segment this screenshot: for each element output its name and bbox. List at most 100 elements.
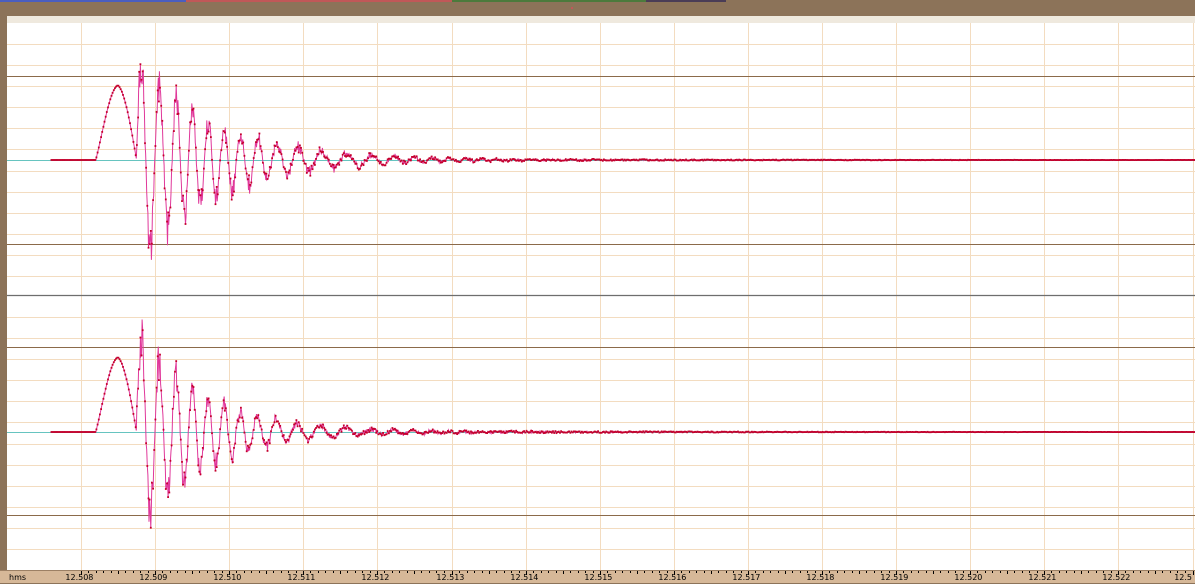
sample-dot <box>300 147 302 149</box>
sample-dot <box>239 417 241 419</box>
sample-dot <box>220 149 222 151</box>
sample-dot <box>193 386 195 388</box>
sample-dot <box>291 431 293 433</box>
sample-dot <box>185 223 187 225</box>
sample-dot <box>203 432 205 434</box>
sample-dot <box>216 466 218 468</box>
sample-dot <box>163 155 165 157</box>
sample-dot <box>166 221 168 223</box>
sample-dot <box>220 416 222 418</box>
waveform-canvas[interactable] <box>7 23 1195 570</box>
sample-dot <box>136 144 138 146</box>
sample-dot <box>256 417 258 419</box>
sample-dot <box>134 148 136 150</box>
sample-dot <box>281 430 283 432</box>
sample-dot <box>285 171 287 173</box>
sample-dot <box>342 427 344 429</box>
sample-dot <box>539 432 541 434</box>
sample-dot <box>282 159 284 161</box>
sample-dot <box>226 419 228 421</box>
sample-dot <box>307 167 309 169</box>
ruler-tick-label: 12.522 <box>1102 572 1130 583</box>
sample-dot <box>552 430 554 432</box>
sample-dot <box>231 199 233 201</box>
waveform-plot[interactable] <box>7 23 1195 570</box>
sample-dot <box>209 123 211 125</box>
sample-dot <box>300 430 302 432</box>
sample-dot <box>112 92 114 94</box>
sample-dot <box>180 439 182 441</box>
sample-dot <box>529 432 531 434</box>
sample-dot <box>338 430 340 432</box>
sample-dot <box>156 387 158 389</box>
sample-dot <box>313 162 315 164</box>
sample-dot <box>155 419 157 421</box>
sample-dot <box>306 172 308 174</box>
sample-dot <box>298 421 300 423</box>
sample-dot <box>320 425 322 427</box>
sample-dot <box>175 360 177 362</box>
range-segment-blue[interactable] <box>0 0 186 2</box>
sample-dot <box>164 188 166 190</box>
time-ruler[interactable]: hms 12.50812.50912.51012.51112.51212.513… <box>0 570 1195 583</box>
sample-dot <box>559 432 561 434</box>
range-segment-dark[interactable] <box>646 0 726 2</box>
sample-dot <box>457 432 459 434</box>
sample-dot <box>204 416 206 418</box>
sample-dot <box>555 430 557 432</box>
sample-dot <box>113 361 115 363</box>
sample-dot <box>253 157 255 159</box>
sample-dot <box>158 379 160 381</box>
sample-dot <box>335 167 337 169</box>
sample-dot <box>203 168 205 170</box>
sample-dot <box>187 445 189 447</box>
sample-dot <box>106 383 108 385</box>
sample-dot <box>131 407 133 409</box>
sample-dot <box>179 413 181 415</box>
sample-dot <box>146 205 148 207</box>
sample-dot <box>401 160 403 162</box>
sample-dot <box>112 364 114 366</box>
sample-dot <box>229 172 231 174</box>
ruler-tick-label: 12.518 <box>806 572 834 583</box>
sample-dot <box>218 177 220 179</box>
sample-dot <box>249 184 251 186</box>
sample-dot <box>255 141 257 143</box>
sample-dot <box>181 461 183 463</box>
sample-dot <box>105 388 107 390</box>
sample-dot <box>219 160 221 162</box>
sample-dot <box>107 379 109 381</box>
sample-dot <box>187 174 189 176</box>
sample-dot <box>380 161 382 163</box>
scroll-track[interactable] <box>7 16 1195 23</box>
sample-dot <box>160 390 162 392</box>
sample-dot <box>129 394 131 396</box>
sample-dot <box>105 116 107 118</box>
sample-dot <box>484 158 486 160</box>
sample-dot <box>267 450 269 452</box>
sample-dot <box>196 170 198 172</box>
sample-dot <box>215 470 217 472</box>
sample-dot <box>150 230 152 232</box>
ruler-tick-label: 12.514 <box>510 572 538 583</box>
sample-dot <box>308 170 310 172</box>
sample-dot <box>151 482 153 484</box>
sample-dot <box>106 111 108 113</box>
sample-dot <box>341 431 343 433</box>
range-segment-red[interactable] <box>186 0 452 2</box>
sample-dot <box>370 430 372 432</box>
range-segment-green[interactable] <box>452 0 646 2</box>
sample-dot <box>367 429 369 431</box>
sample-dot <box>355 432 357 434</box>
sample-dot <box>289 435 291 437</box>
sample-dot <box>183 472 185 474</box>
sample-dot <box>392 427 394 429</box>
sample-dot <box>145 167 147 169</box>
sample-dot <box>419 158 421 160</box>
sample-dot <box>370 152 372 154</box>
sample-dot <box>157 355 159 357</box>
sample-dot <box>367 157 369 159</box>
overview-bar[interactable] <box>0 0 1195 9</box>
sample-dot <box>284 439 286 441</box>
sample-dot <box>275 415 277 417</box>
